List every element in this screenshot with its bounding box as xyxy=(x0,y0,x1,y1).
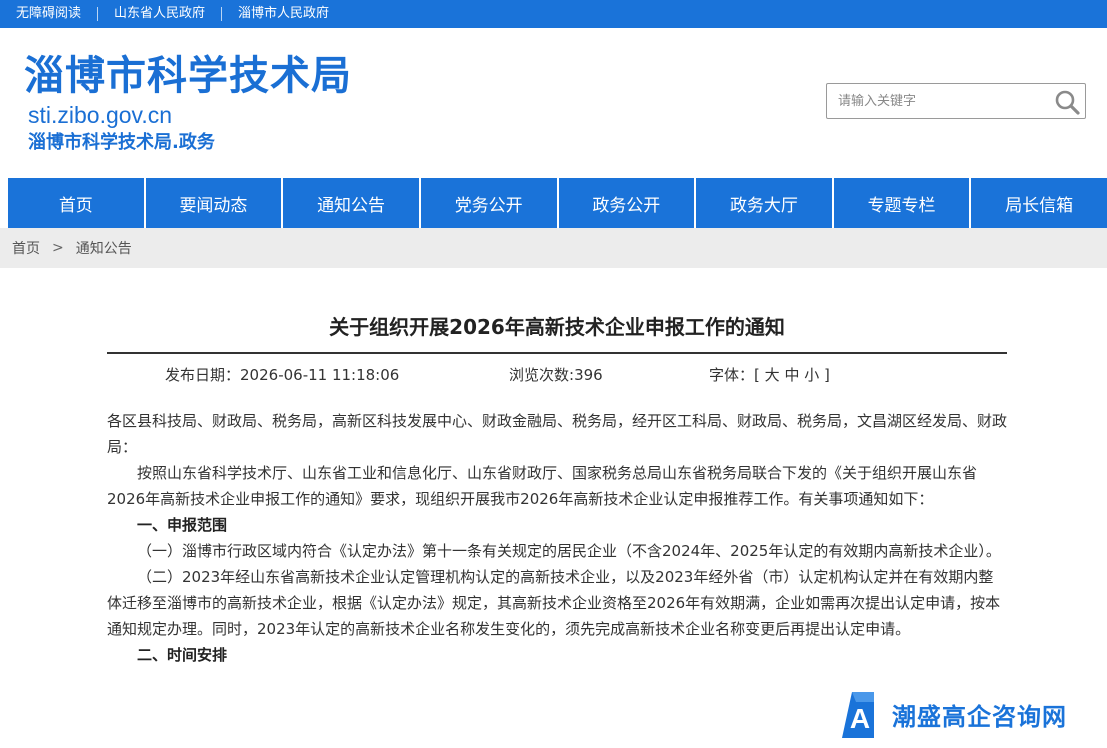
site-title[interactable]: 淄博市科学技术局 xyxy=(24,50,352,102)
section-heading-schedule: 二、时间安排 xyxy=(137,646,228,664)
scope-item-1: （一）淄博市行政区域内符合《认定办法》第十一条有关规定的居民企业（不含2024年… xyxy=(137,542,1001,560)
font-size-large-button[interactable]: 大 xyxy=(765,366,780,384)
nav-item-news[interactable]: 要闻动态 xyxy=(146,178,284,228)
search-box xyxy=(826,83,1086,119)
nav-item-home[interactable]: 首页 xyxy=(8,178,146,228)
breadcrumb: 首页 > 通知公告 xyxy=(0,228,1107,268)
nav-item-special-topics[interactable]: 专题专栏 xyxy=(834,178,972,228)
nav-item-party-affairs[interactable]: 党务公开 xyxy=(421,178,559,228)
search-icon[interactable] xyxy=(1053,88,1081,116)
search-input[interactable] xyxy=(828,85,1048,117)
recipients-paragraph: 各区县科技局、财政局、税务局，高新区科技发展中心、财政金融局、税务局，经开区工科… xyxy=(107,412,1008,456)
publish-date-label: 发布日期： xyxy=(165,366,241,384)
breadcrumb-separator: > xyxy=(52,240,64,256)
scope-item-2: （二）2023年经山东省高新技术企业认定管理机构认定的高新技术企业，以及2023… xyxy=(107,568,1001,638)
main-nav: 首页 要闻动态 通知公告 党务公开 政务公开 政务大厅 专题专栏 局长信箱 xyxy=(8,178,1107,228)
watermark: A 潮盛高企咨询网 xyxy=(838,688,1067,740)
watermark-logo-letter: A xyxy=(850,703,870,734)
font-size-small-button[interactable]: 小 xyxy=(804,366,819,384)
site-subtitle: 淄博市科学技术局.政务 xyxy=(28,132,215,153)
view-count: 浏览次数:396 xyxy=(509,366,603,384)
font-size-close-bracket: ] xyxy=(824,366,830,384)
intro-paragraph: 按照山东省科学技术厅、山东省工业和信息化厅、山东省财政厅、国家税务总局山东省税务… xyxy=(107,464,978,508)
site-domain: sti.zibo.gov.cn xyxy=(28,102,173,128)
watermark-logo-icon: A xyxy=(838,688,878,740)
accessibility-link[interactable]: 无障碍阅读 xyxy=(6,0,91,28)
font-size-label: 字体：[ xyxy=(709,366,760,384)
topbar-divider xyxy=(221,7,223,21)
nav-item-service-hall[interactable]: 政务大厅 xyxy=(696,178,834,228)
article-body: 各区县科技局、财政局、税务局，高新区科技发展中心、财政金融局、税务局，经开区工科… xyxy=(107,408,1007,668)
font-size-medium-button[interactable]: 中 xyxy=(784,366,799,384)
zibo-gov-link[interactable]: 淄博市人民政府 xyxy=(228,0,339,28)
shandong-gov-link[interactable]: 山东省人民政府 xyxy=(104,0,215,28)
article-title: 关于组织开展2026年高新技术企业申报工作的通知 xyxy=(329,315,785,339)
view-count-label: 浏览次数: xyxy=(509,366,575,384)
article: 关于组织开展2026年高新技术企业申报工作的通知 发布日期：2026-06-11… xyxy=(107,268,1007,668)
font-size-controls: 字体：[ 大 中 小 ] xyxy=(709,366,830,384)
publish-date: 发布日期：2026-06-11 11:18:06 xyxy=(165,366,399,384)
nav-item-government-affairs[interactable]: 政务公开 xyxy=(559,178,697,228)
breadcrumb-home-link[interactable]: 首页 xyxy=(12,238,40,258)
watermark-text: 潮盛高企咨询网 xyxy=(892,701,1067,731)
section-heading-scope: 一、申报范围 xyxy=(137,516,228,534)
view-count-value: 396 xyxy=(574,366,603,384)
top-utility-bar: 无障碍阅读 山东省人民政府 淄博市人民政府 xyxy=(0,0,1107,28)
topbar-divider xyxy=(97,7,99,21)
breadcrumb-current-link[interactable]: 通知公告 xyxy=(76,238,132,258)
site-header: 淄博市科学技术局 sti.zibo.gov.cn 淄博市科学技术局.政务 xyxy=(0,28,1107,178)
publish-date-value: 2026-06-11 11:18:06 xyxy=(240,366,400,384)
nav-item-notices[interactable]: 通知公告 xyxy=(283,178,421,228)
nav-item-director-mailbox[interactable]: 局长信箱 xyxy=(971,178,1107,228)
article-meta: 发布日期：2026-06-11 11:18:06 浏览次数:396 字体：[ 大… xyxy=(107,354,1007,394)
